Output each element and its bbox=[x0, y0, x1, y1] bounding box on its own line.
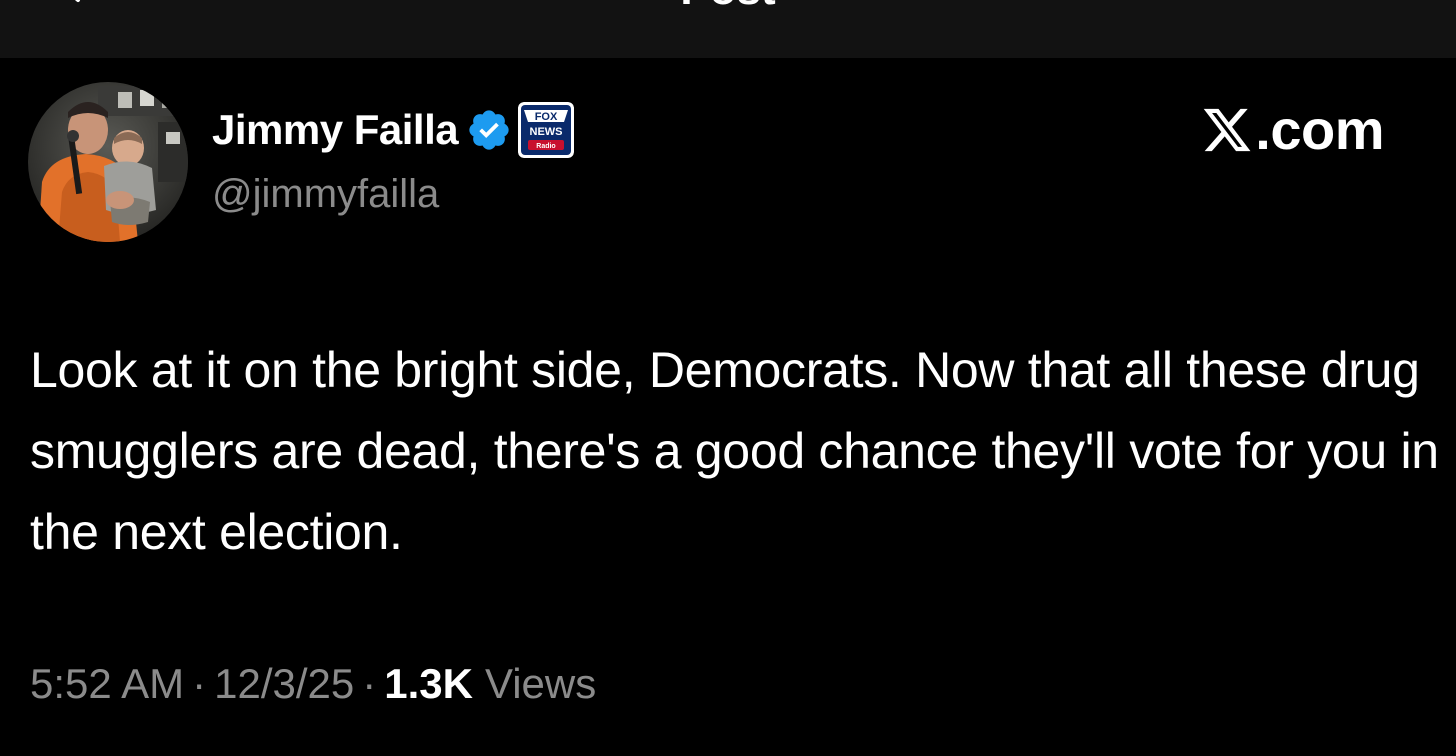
avatar[interactable] bbox=[28, 82, 188, 242]
svg-text:NEWS: NEWS bbox=[530, 126, 563, 138]
author-handle[interactable]: @jimmyfailla bbox=[212, 172, 439, 217]
watermark-text: .com bbox=[1255, 98, 1384, 161]
views-label[interactable]: Views bbox=[485, 660, 596, 707]
author-name-row[interactable]: Jimmy Failla FOX NEWS Radio bbox=[212, 102, 575, 158]
page-title: Post bbox=[0, 0, 1456, 12]
views-count[interactable]: 1.3K bbox=[384, 660, 473, 707]
tweet-date[interactable]: 12/3/25 bbox=[214, 660, 354, 707]
tweet-text: Look at it on the bright side, Democrats… bbox=[30, 342, 1439, 560]
tweet-time[interactable]: 5:52 AM bbox=[30, 660, 184, 707]
author-display-name[interactable]: Jimmy Failla bbox=[212, 106, 459, 154]
meta-separator: · bbox=[362, 660, 377, 707]
site-watermark: .com bbox=[1201, 100, 1384, 160]
top-navigation-bar: Post bbox=[0, 0, 1456, 58]
post-screen: Post bbox=[0, 0, 1456, 756]
x-logo-icon bbox=[1204, 108, 1251, 152]
svg-text:Radio: Radio bbox=[536, 143, 555, 150]
tweet-meta: 5:52 AM · 12/3/25 · 1.3K Views bbox=[30, 656, 596, 712]
svg-text:FOX: FOX bbox=[535, 111, 558, 123]
verified-check-icon bbox=[469, 110, 509, 150]
fox-news-radio-badge-icon[interactable]: FOX NEWS Radio bbox=[518, 102, 575, 158]
meta-separator: · bbox=[192, 660, 207, 707]
